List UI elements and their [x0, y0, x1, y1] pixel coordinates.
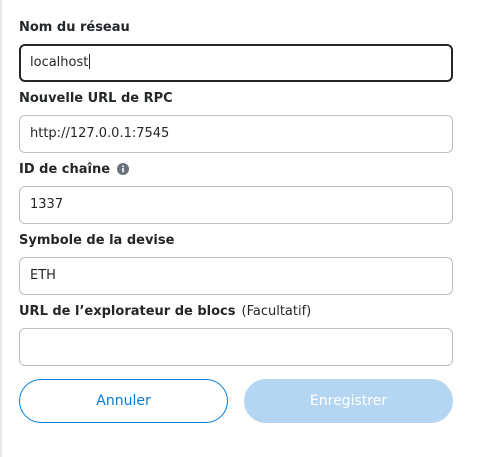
- cancel-button[interactable]: Annuler: [19, 379, 228, 423]
- network-name-value: localhost: [30, 55, 89, 70]
- panel-divider: [0, 0, 2, 457]
- currency-symbol-value: ETH: [30, 268, 56, 283]
- chain-id-label: ID de chaîne: [19, 159, 453, 179]
- info-icon[interactable]: [117, 163, 130, 175]
- currency-symbol-field: Symbole de la devise: [19, 230, 453, 250]
- chain-id-label-text: ID de chaîne: [19, 161, 111, 177]
- chain-id-value: 1337: [30, 197, 64, 212]
- explorer-url-field: URL de l’explorateur de blocs (Facultati…: [19, 301, 453, 321]
- currency-symbol-label: Symbole de la devise: [19, 230, 453, 250]
- rpc-url-value: http://127.0.0.1:7545: [30, 126, 170, 141]
- currency-symbol-label-text: Symbole de la devise: [19, 232, 175, 248]
- save-button[interactable]: Enregistrer: [244, 379, 453, 423]
- network-name-input[interactable]: localhost: [19, 44, 453, 82]
- currency-symbol-input[interactable]: ETH: [19, 257, 453, 295]
- chain-id-field: ID de chaîne: [19, 159, 453, 179]
- chain-id-input[interactable]: 1337: [19, 186, 453, 224]
- optional-tag: (Facultatif): [241, 303, 312, 319]
- rpc-url-input[interactable]: http://127.0.0.1:7545: [19, 115, 453, 153]
- network-form-page: Nom du réseau localhost Nouvelle URL de …: [0, 0, 484, 457]
- rpc-url-label-text: Nouvelle URL de RPC: [19, 90, 173, 106]
- save-button-label: Enregistrer: [309, 393, 388, 409]
- rpc-url-label: Nouvelle URL de RPC: [19, 88, 453, 108]
- rpc-url-field: Nouvelle URL de RPC: [19, 88, 453, 108]
- explorer-url-label: URL de l’explorateur de blocs (Facultati…: [19, 301, 453, 321]
- cancel-button-label: Annuler: [96, 393, 151, 409]
- network-name-label-text: Nom du réseau: [19, 19, 130, 35]
- network-name-field: Nom du réseau: [19, 17, 453, 37]
- text-caret: [89, 54, 91, 69]
- network-name-label: Nom du réseau: [19, 17, 453, 37]
- explorer-url-input[interactable]: [19, 328, 453, 366]
- explorer-url-label-text: URL de l’explorateur de blocs: [19, 303, 236, 319]
